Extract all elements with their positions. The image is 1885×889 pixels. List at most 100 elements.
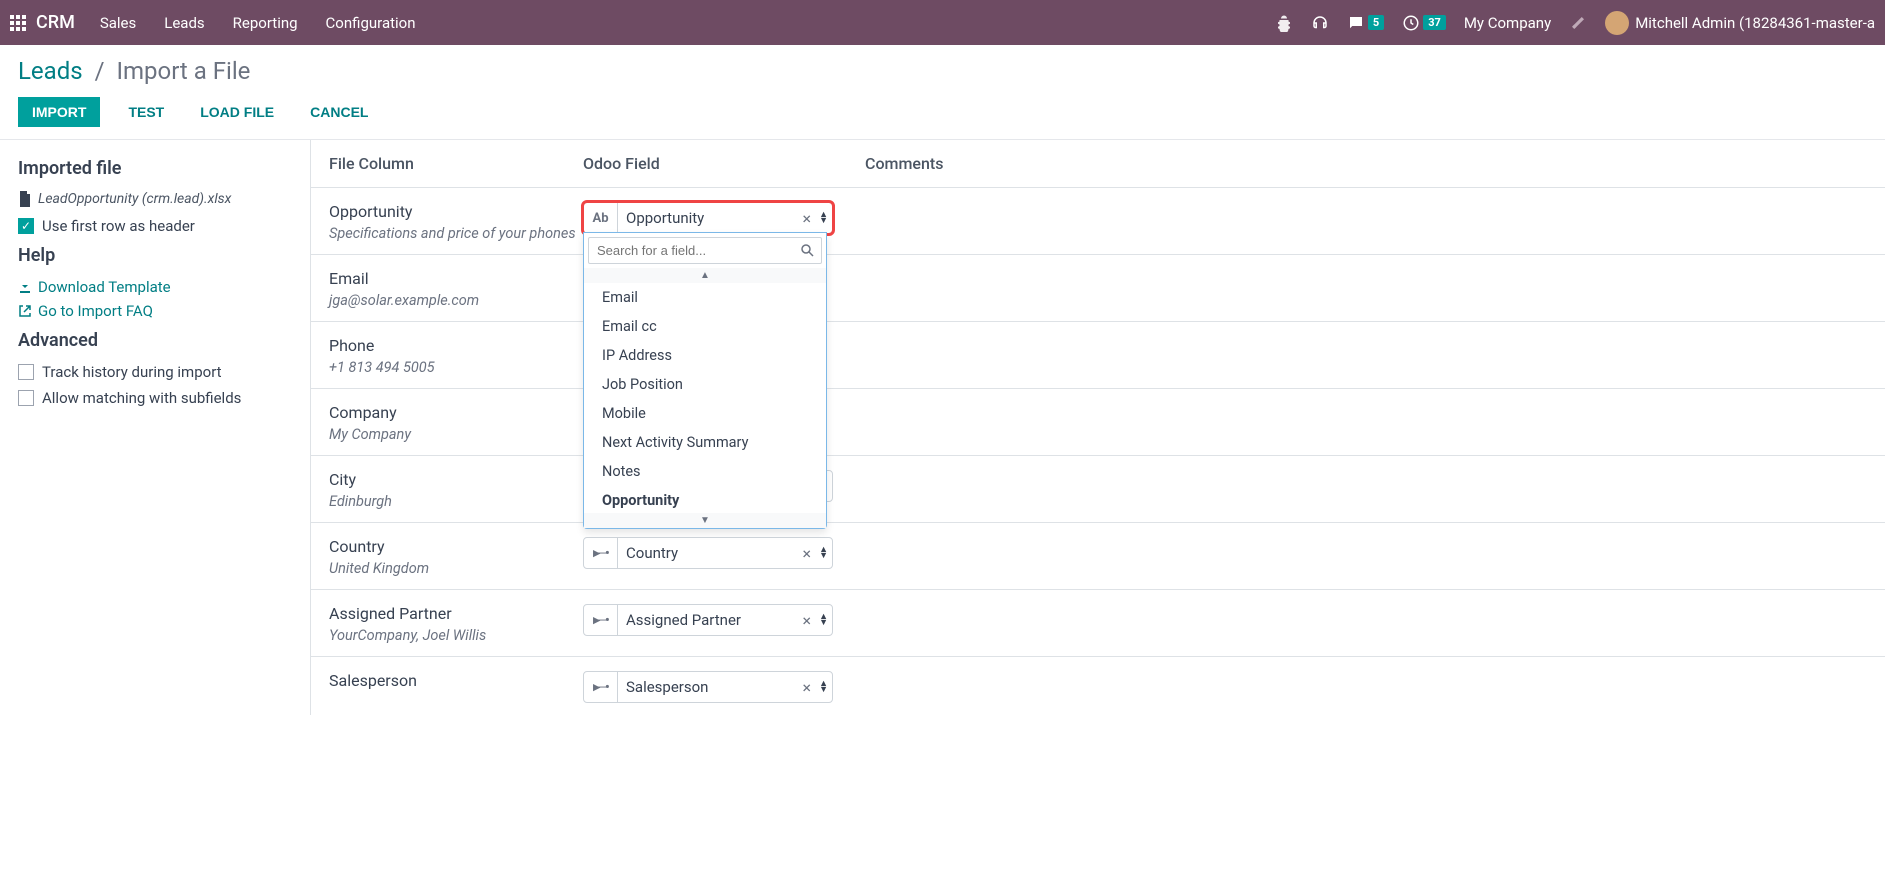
breadcrumb-current: Import a File (116, 57, 250, 85)
scroll-up-icon[interactable]: ▲ (584, 268, 826, 283)
column-sample: Edinburgh (329, 493, 583, 510)
menu-sales[interactable]: Sales (100, 14, 136, 32)
user-menu[interactable]: Mitchell Admin (18284361-master-a (1605, 11, 1875, 35)
field-select[interactable]: ▸─•Country×▲▼ (583, 537, 833, 569)
app-brand[interactable]: CRM (36, 12, 75, 33)
odoo-field-cell: ▸─•Assigned Partner×▲▼ (583, 604, 865, 636)
field-dropdown: ▲EmailEmail ccIP AddressJob PositionMobi… (583, 232, 827, 529)
topbar-right: 5 37 My Company Mitchell Admin (18284361… (1275, 11, 1875, 35)
dropdown-option[interactable]: Mobile (584, 399, 826, 428)
column-label: City (329, 470, 583, 489)
header-comments: Comments (865, 154, 1867, 173)
download-template-link[interactable]: Download Template (18, 278, 292, 296)
breadcrumb: Leads / Import a File (18, 57, 1867, 85)
spinner-updown-icon[interactable]: ▲▼ (815, 212, 832, 224)
file-column-cell: Phone+1 813 494 5005 (329, 336, 583, 376)
file-column-cell: Assigned Partner YourCompany, Joel Willis (329, 604, 583, 644)
table-row: Assigned Partner YourCompany, Joel Willis… (311, 589, 1885, 656)
scroll-down-icon[interactable]: ▼ (584, 513, 826, 528)
dropdown-option[interactable]: Notes (584, 457, 826, 486)
allow-subfields-checkbox[interactable]: Allow matching with subfields (18, 389, 292, 407)
field-select[interactable]: AbOpportunity×▲▼ (583, 202, 833, 234)
bug-icon[interactable] (1275, 14, 1293, 32)
user-name: Mitchell Admin (18284361-master-a (1635, 14, 1875, 32)
import-faq-label[interactable]: Go to Import FAQ (38, 302, 153, 320)
download-template-label[interactable]: Download Template (38, 278, 171, 296)
dropdown-search-wrap (584, 233, 826, 268)
messages-icon[interactable]: 5 (1347, 14, 1384, 32)
help-heading: Help (18, 245, 292, 266)
table-row: Country United Kingdom▸─•Country×▲▼ (311, 522, 1885, 589)
clear-icon[interactable]: × (799, 209, 816, 228)
clear-icon[interactable]: × (799, 544, 816, 563)
header-section: Leads / Import a File IMPORT TEST LOAD F… (0, 45, 1885, 140)
file-column-cell: Salesperson (329, 671, 583, 694)
dropdown-option[interactable]: Job Position (584, 370, 826, 399)
column-label: Assigned Partner (329, 604, 583, 623)
apps-icon[interactable] (10, 15, 26, 31)
dropdown-option[interactable]: Opportunity (584, 486, 826, 513)
table-row: CityEdinburghAbCity×▲▼ (311, 455, 1885, 522)
support-icon[interactable] (1311, 14, 1329, 32)
odoo-field-cell: ▸─•Salesperson×▲▼ (583, 671, 865, 703)
column-sample: +1 813 494 5005 (329, 359, 583, 376)
track-history-label: Track history during import (42, 363, 222, 381)
cancel-button[interactable]: CANCEL (302, 97, 376, 127)
file-name: LeadOpportunity (crm.lead).xlsx (38, 191, 231, 207)
activities-icon[interactable]: 37 (1402, 14, 1446, 32)
spinner-updown-icon[interactable]: ▲▼ (815, 614, 832, 626)
test-button[interactable]: TEST (120, 97, 172, 127)
activities-badge: 37 (1423, 15, 1446, 30)
dropdown-option[interactable]: Email cc (584, 312, 826, 341)
table-row: CompanyMy Company (311, 388, 1885, 455)
checkbox-checked-icon: ✓ (18, 218, 34, 234)
use-first-row-checkbox[interactable]: ✓ Use first row as header (18, 217, 292, 235)
dropdown-option[interactable]: Email (584, 283, 826, 312)
clear-icon[interactable]: × (799, 611, 816, 630)
table-row: Opportunity Specifications and price of y… (311, 187, 1885, 254)
column-sample: YourCompany, Joel Willis (329, 627, 583, 644)
odoo-field-cell: ▸─•Country×▲▼ (583, 537, 865, 569)
field-select-value: Opportunity (618, 209, 799, 227)
field-select-value: Salesperson (618, 678, 799, 696)
column-label: Salesperson (329, 671, 583, 690)
use-first-row-label: Use first row as header (42, 217, 195, 235)
track-history-checkbox[interactable]: Track history during import (18, 363, 292, 381)
menu-configuration[interactable]: Configuration (326, 14, 416, 32)
column-sample: jga@solar.example.com (329, 292, 583, 309)
menu-reporting[interactable]: Reporting (233, 14, 298, 32)
tools-icon[interactable] (1569, 14, 1587, 32)
spinner-updown-icon[interactable]: ▲▼ (815, 681, 832, 693)
mapping-table: File Column Odoo Field Comments Opportun… (310, 140, 1885, 715)
header-odoo-field: Odoo Field (583, 154, 865, 173)
dropdown-search-input[interactable] (588, 237, 822, 264)
text-type-icon: Ab (584, 203, 618, 233)
company-selector[interactable]: My Company (1464, 14, 1551, 32)
checkbox-unchecked-icon (18, 390, 34, 406)
breadcrumb-parent[interactable]: Leads (18, 57, 83, 85)
field-select[interactable]: ▸─•Salesperson×▲▼ (583, 671, 833, 703)
field-select[interactable]: ▸─•Assigned Partner×▲▼ (583, 604, 833, 636)
spinner-updown-icon[interactable]: ▲▼ (815, 547, 832, 559)
column-sample: United Kingdom (329, 560, 583, 577)
menu-leads[interactable]: Leads (164, 14, 204, 32)
external-link-icon (18, 304, 32, 318)
column-sample: Specifications and price of your phones (329, 225, 583, 242)
dropdown-option[interactable]: Next Activity Summary (584, 428, 826, 457)
top-menu: Sales Leads Reporting Configuration (100, 14, 416, 32)
file-column-cell: Emailjga@solar.example.com (329, 269, 583, 309)
import-button[interactable]: IMPORT (18, 97, 100, 127)
dropdown-option[interactable]: IP Address (584, 341, 826, 370)
odoo-field-cell: AbOpportunity×▲▼ (583, 202, 865, 234)
messages-badge: 5 (1368, 15, 1384, 30)
load-file-button[interactable]: LOAD FILE (192, 97, 282, 127)
file-row: LeadOpportunity (crm.lead).xlsx (18, 191, 292, 207)
clear-icon[interactable]: × (799, 678, 816, 697)
breadcrumb-separator: / (95, 57, 105, 85)
columns-header: File Column Odoo Field Comments (311, 140, 1885, 187)
checkbox-unchecked-icon (18, 364, 34, 380)
import-faq-link[interactable]: Go to Import FAQ (18, 302, 292, 320)
dropdown-options: EmailEmail ccIP AddressJob PositionMobil… (584, 283, 826, 513)
table-row: Salesperson▸─•Salesperson×▲▼ (311, 656, 1885, 715)
column-label: Country (329, 537, 583, 556)
